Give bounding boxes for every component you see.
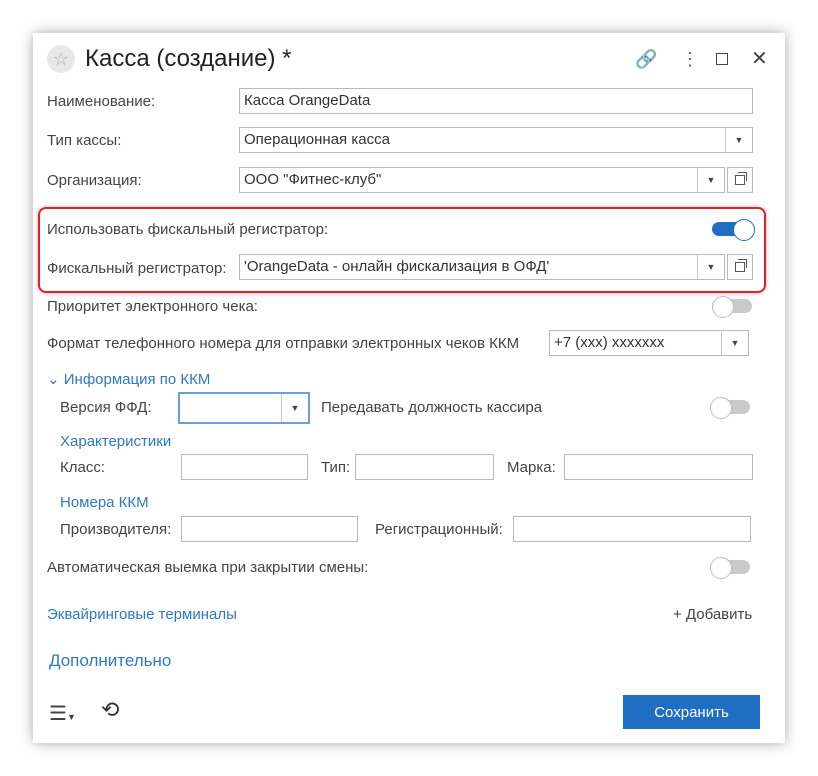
chevron-down-icon[interactable]: ▼ [725,128,752,152]
cashier-toggle[interactable] [710,397,752,419]
phone-format-label: Формат телефонного номера для отправки э… [47,335,520,352]
history-icon[interactable]: ⟲ [101,697,119,723]
use-fiscal-toggle[interactable] [712,219,755,241]
more-icon[interactable]: ⋮ [681,49,699,70]
organization-label: Организация: [47,172,142,189]
reg-number-input[interactable] [513,516,751,542]
menu-icon[interactable]: ☰▼ [49,701,76,726]
window-title: Касса (создание) * [85,45,292,72]
organization-value: ООО "Фитнес-клуб" [244,171,382,188]
open-icon[interactable] [727,167,753,193]
chevron-down-icon[interactable]: ▼ [697,255,724,279]
ffd-label: Версия ФФД: [60,399,152,416]
additional-section[interactable]: Дополнительно [49,651,171,671]
register-type-select[interactable]: Операционная касса ▼ [239,127,753,153]
priority-label: Приоритет электронного чека: [47,298,258,315]
name-input[interactable]: Касса OrangeData [239,88,753,114]
close-icon[interactable]: ✕ [751,46,768,71]
kkm-numbers-title: Номера ККМ [60,494,149,511]
name-label: Наименование: [47,93,156,110]
link-icon[interactable]: 🔗 [635,49,657,70]
organization-select[interactable]: ООО "Фитнес-клуб" ▼ [239,167,725,193]
chevron-down-icon[interactable]: ▼ [697,168,724,192]
chevron-down-icon: ⌄ [47,371,60,388]
maker-input[interactable] [181,516,358,542]
register-type-value: Операционная касса [244,131,390,148]
use-fiscal-label: Использовать фискальный регистратор: [47,221,329,238]
phone-format-value: +7 (xxx) xxxxxxx [554,334,665,351]
chevron-down-icon[interactable]: ▼ [721,331,748,355]
add-terminal-button[interactable]: + Добавить [673,606,752,623]
kkm-info-section[interactable]: ⌄ Информация по ККМ [47,370,210,388]
chevron-down-icon[interactable]: ▼ [281,394,308,422]
cashier-label: Передавать должность кассира [321,399,543,416]
ffd-select[interactable]: ▼ [178,392,310,424]
phone-format-select[interactable]: +7 (xxx) xxxxxxx ▼ [549,330,749,356]
fiscal-label: Фискальный регистратор: [47,260,227,277]
star-icon[interactable]: ☆ [47,45,75,73]
class-label: Класс: [60,459,105,476]
acquiring-title[interactable]: Эквайринговые терминалы [47,606,237,623]
priority-toggle[interactable] [712,296,754,318]
type-label: Тип: [321,459,351,476]
class-input[interactable] [181,454,308,480]
open-icon[interactable] [727,254,753,280]
maker-label: Производителя: [60,521,172,538]
dialog-window: ☆ Касса (создание) * 🔗 ⋮ ✕ Наименование:… [33,33,785,743]
kkm-info-title: Информация по ККМ [63,371,211,388]
fiscal-select[interactable]: 'OrangeData - онлайн фискализация в ОФД'… [239,254,725,280]
characteristics-title: Характеристики [60,433,172,450]
maximize-icon[interactable] [716,53,728,65]
save-button[interactable]: Сохранить [623,695,760,729]
auto-withdrawal-label: Автоматическая выемка при закрытии смены… [47,559,369,576]
type-input[interactable] [355,454,494,480]
auto-withdrawal-toggle[interactable] [710,557,752,579]
fiscal-value: 'OrangeData - онлайн фискализация в ОФД' [244,258,550,275]
fiscal-highlight-box [38,207,766,293]
reg-number-label: Регистрационный: [375,521,503,538]
register-type-label: Тип кассы: [47,132,122,149]
brand-input[interactable] [564,454,753,480]
brand-label: Марка: [507,459,556,476]
